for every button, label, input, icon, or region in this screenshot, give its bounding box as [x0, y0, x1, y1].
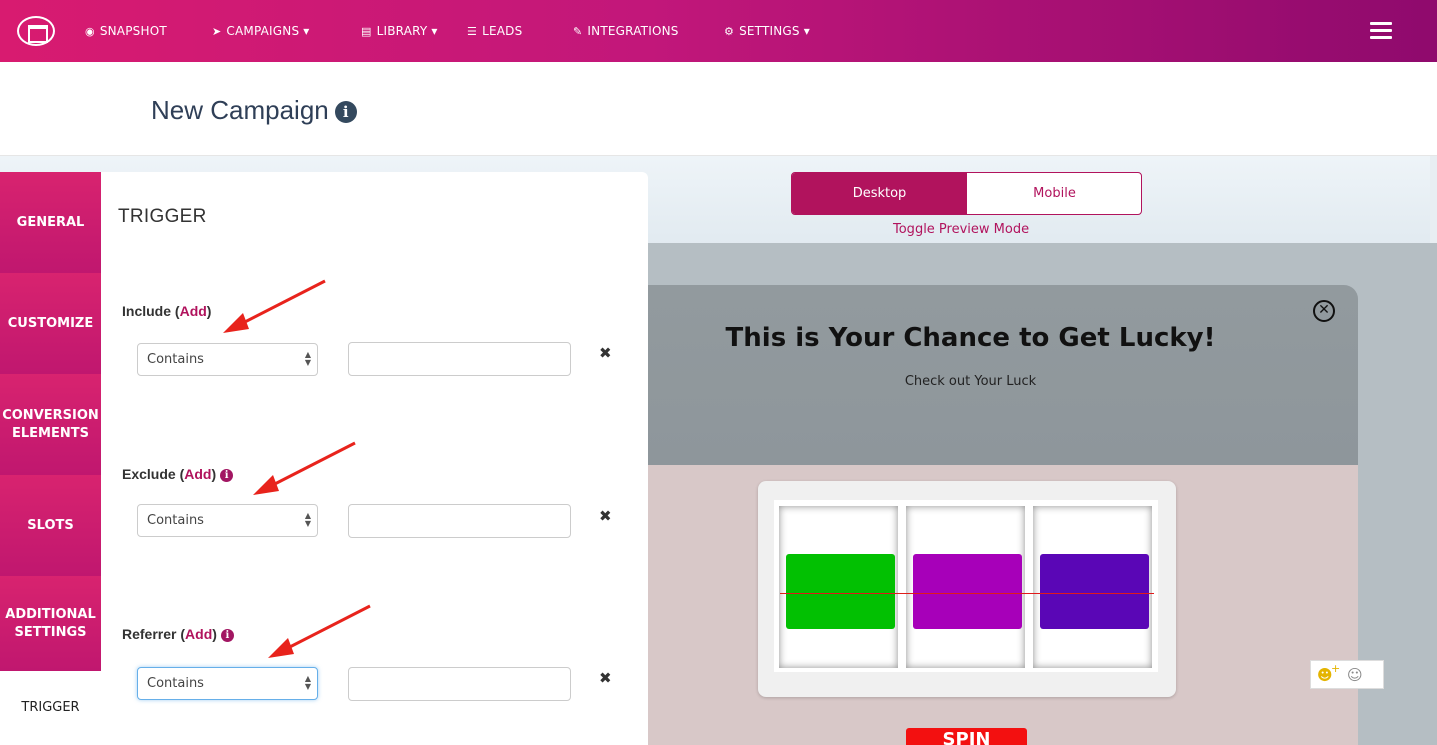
- sidebar-item-label: CONVERSION ELEMENTS: [2, 407, 99, 441]
- referrer-label: Referrer (Add) i: [122, 626, 234, 642]
- spin-button[interactable]: SPIN: [906, 728, 1027, 745]
- rule-name: Referrer: [122, 626, 177, 642]
- sidebar-item-label: SLOTS: [27, 517, 74, 533]
- exclude-match-select[interactable]: Contains ▲ ▼: [137, 504, 318, 537]
- referrer-remove-icon[interactable]: ✖: [599, 669, 612, 687]
- annotation-arrow-icon: [223, 279, 326, 333]
- popup-title: This is Your Chance to Get Lucky!: [725, 323, 1216, 353]
- include-label: Include (Add): [122, 303, 212, 319]
- slot-symbol: [786, 554, 895, 629]
- emoji-widget[interactable]: ☻ + ☺: [1310, 660, 1384, 689]
- panel-heading: TRIGGER: [118, 206, 207, 227]
- nav-label: SETTINGS ▾: [739, 24, 810, 38]
- slot-reel: [1033, 506, 1152, 668]
- sidebar-item-trigger[interactable]: TRIGGER: [0, 671, 101, 745]
- library-icon: ▤: [361, 25, 372, 38]
- include-add-link[interactable]: Add: [180, 303, 207, 319]
- include-match-select[interactable]: Contains ▲ ▼: [137, 343, 318, 376]
- page-title: New Campaign i: [151, 95, 357, 126]
- list-icon: ☰: [467, 25, 478, 38]
- page-title-text: New Campaign: [151, 95, 329, 125]
- info-icon[interactable]: i: [334, 101, 357, 123]
- nav-label: LIBRARY ▾: [376, 24, 438, 38]
- exclude-label: Exclude (Add) i: [122, 466, 234, 482]
- slot-symbol: [1040, 554, 1149, 629]
- info-icon[interactable]: i: [220, 629, 234, 642]
- nav-label: LEADS: [482, 24, 523, 38]
- sidebar-item-slots[interactable]: SLOTS: [0, 475, 101, 576]
- slot-machine: [758, 481, 1176, 697]
- desktop-toggle-button[interactable]: Desktop: [792, 173, 967, 214]
- select-arrows-icon: ▲ ▼: [304, 674, 311, 691]
- sidebar-item-customize[interactable]: CUSTOMIZE: [0, 273, 101, 374]
- nav-leads[interactable]: ☰ LEADS: [467, 24, 522, 38]
- referrer-value-input[interactable]: [348, 667, 571, 701]
- rule-name: Include: [122, 303, 172, 319]
- sidebar-item-label: GENERAL: [16, 214, 85, 230]
- sidebar-item-label: TRIGGER: [21, 700, 80, 715]
- mobile-toggle-button[interactable]: Mobile: [967, 173, 1141, 214]
- sidebar-item-conversion-elements[interactable]: CONVERSION ELEMENTS: [0, 374, 101, 475]
- select-value: Contains: [147, 676, 204, 691]
- slot-symbol: [913, 554, 1022, 629]
- smiley-icon[interactable]: ☺: [1347, 666, 1363, 684]
- exclude-add-link[interactable]: Add: [184, 466, 211, 482]
- nav-snapshot[interactable]: ◉ SNAPSHOT: [85, 24, 167, 38]
- referrer-match-select[interactable]: Contains ▲ ▼: [137, 667, 318, 700]
- nav-library[interactable]: ▤ LIBRARY ▾: [361, 24, 438, 38]
- preview-mode-toggle: Desktop Mobile: [791, 172, 1142, 215]
- annotation-arrow-icon: [268, 604, 371, 658]
- popup-subtitle: Check out Your Luck: [904, 374, 1037, 389]
- slot-reels: [774, 500, 1158, 672]
- nav-label: CAMPAIGNS ▾: [226, 24, 310, 38]
- sidebar-item-label: ADDITIONAL SETTINGS: [5, 606, 96, 640]
- top-navbar: ◉ SNAPSHOT ➤ CAMPAIGNS ▾ ▤ LIBRARY ▾ ☰ LEADS…: [0, 0, 1437, 62]
- nav-integrations[interactable]: ✎ INTEGRATIONS: [573, 24, 679, 38]
- sidebar-item-additional-settings[interactable]: ADDITIONAL SETTINGS: [0, 576, 101, 671]
- select-arrows-icon: ▲ ▼: [304, 511, 311, 528]
- exclude-value-input[interactable]: [348, 504, 571, 538]
- nav-label: INTEGRATIONS: [587, 24, 679, 38]
- logo-icon[interactable]: [17, 16, 55, 46]
- info-icon[interactable]: i: [220, 469, 234, 482]
- slot-payline: [780, 593, 1154, 594]
- slot-reel: [906, 506, 1025, 668]
- nav-settings[interactable]: ⚙ SETTINGS ▾: [724, 24, 810, 38]
- plus-icon: +: [1331, 662, 1341, 675]
- close-icon[interactable]: ✕: [1313, 300, 1335, 322]
- select-value: Contains: [147, 513, 204, 528]
- exclude-remove-icon[interactable]: ✖: [599, 507, 612, 525]
- select-value: Contains: [147, 352, 204, 367]
- hamburger-menu-icon[interactable]: [1370, 22, 1392, 40]
- plug-icon: ✎: [573, 25, 583, 38]
- dashboard-icon: ◉: [85, 25, 95, 38]
- select-arrows-icon: ▲ ▼: [304, 350, 311, 367]
- sidebar-item-label: CUSTOMIZE: [7, 315, 94, 331]
- toggle-caption: Toggle Preview Mode: [893, 222, 1030, 237]
- referrer-add-link[interactable]: Add: [185, 626, 212, 642]
- sidebar-item-general[interactable]: GENERAL: [0, 172, 101, 273]
- rule-name: Exclude: [122, 466, 176, 482]
- cogs-icon: ⚙: [724, 25, 735, 38]
- include-value-input[interactable]: [348, 342, 571, 376]
- paper-plane-icon: ➤: [212, 25, 222, 38]
- annotation-arrow-icon: [253, 441, 356, 495]
- nav-campaigns[interactable]: ➤ CAMPAIGNS ▾: [212, 24, 310, 38]
- nav-label: SNAPSHOT: [99, 24, 167, 38]
- slot-reel: [779, 506, 898, 668]
